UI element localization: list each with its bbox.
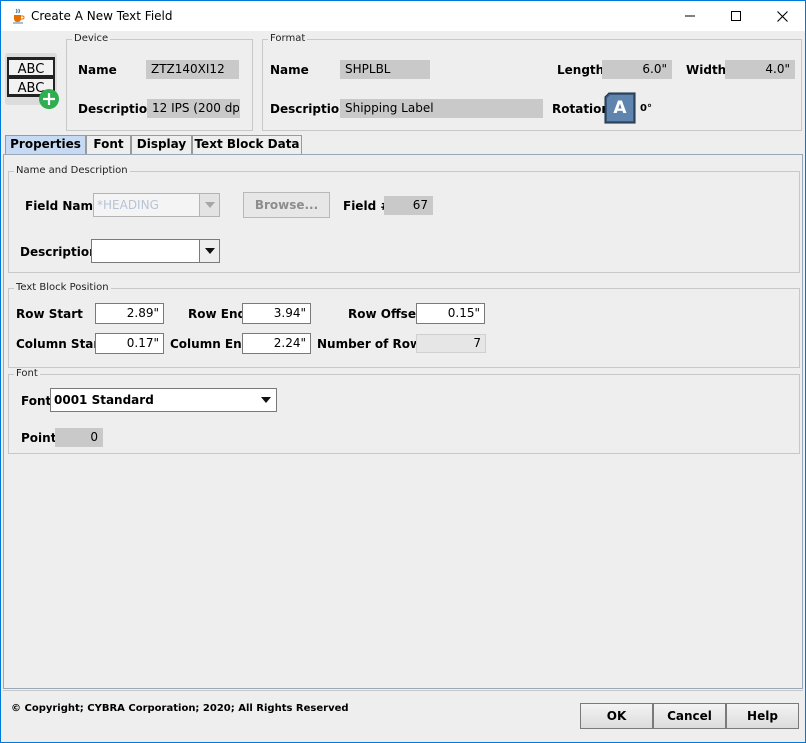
tab-text-block-data[interactable]: Text Block Data (192, 135, 302, 154)
width-value: 4.0" (725, 60, 795, 79)
width-label: Width (686, 63, 727, 77)
browse-button[interactable]: Browse... (243, 192, 330, 218)
column-start-input[interactable]: 0.17" (95, 333, 164, 354)
rotation-label: Rotation (552, 102, 610, 116)
minimize-button[interactable] (667, 1, 713, 31)
text-block-position-group-title: Text Block Position (14, 282, 111, 294)
title-bar[interactable]: Create A New Text Field (1, 1, 805, 31)
format-description-label: Description (270, 102, 348, 116)
device-name-value: ZTZ140XI12 (146, 60, 239, 79)
format-description-value: Shipping Label (340, 99, 543, 118)
font-value: 0001 Standard (54, 393, 154, 407)
length-label: Length (557, 63, 605, 77)
name-description-group-title: Name and Description (14, 165, 130, 177)
dialog-window: Create A New Text Field ABC ABC Device N… (0, 0, 806, 743)
field-name-value: *HEADING (97, 198, 159, 212)
maximize-icon (731, 11, 741, 21)
point-label: Point (21, 431, 57, 445)
tab-display[interactable]: Display (131, 135, 192, 154)
rotation-value: 0° (640, 103, 652, 114)
field-name-combo[interactable]: *HEADING (93, 193, 220, 217)
device-description-label: Description (78, 102, 156, 116)
description-label: Description (20, 245, 98, 259)
tab-font[interactable]: Font (86, 135, 131, 154)
format-group: Format Name SHPLBL Description Shipping … (262, 33, 802, 131)
svg-text:ABC: ABC (18, 62, 45, 77)
name-description-group: Name and Description Field Name *HEADING… (8, 165, 800, 273)
cancel-button[interactable]: Cancel (653, 703, 726, 729)
maximize-button[interactable] (713, 1, 759, 31)
row-offset-input[interactable]: 0.15" (416, 303, 485, 324)
text-block-position-group: Text Block Position Row Start 2.89" Row … (8, 282, 800, 368)
close-icon (776, 10, 788, 22)
device-group-title: Device (72, 33, 111, 45)
column-end-label: Column End (170, 337, 251, 351)
format-name-label: Name (270, 63, 309, 77)
length-value: 6.0" (602, 60, 672, 79)
font-group: Font Font 0001 Standard Point 0 (8, 368, 800, 454)
device-group: Device Name ZTZ140XI12 Description 12 IP… (66, 33, 253, 131)
row-end-input[interactable]: 3.94" (242, 303, 311, 324)
rotation-icon: A (604, 92, 636, 124)
tab-properties[interactable]: Properties (5, 135, 86, 155)
footer-divider (3, 690, 803, 691)
font-combo[interactable]: 0001 Standard (50, 388, 277, 412)
description-combo[interactable] (91, 239, 220, 263)
java-cup-icon (10, 8, 26, 24)
abc-label-add-icon: ABC ABC (5, 53, 61, 111)
window-title: Create A New Text Field (31, 9, 173, 23)
row-offset-label: Row Offset (348, 307, 422, 321)
rotation-glyph: A (613, 98, 627, 118)
svg-text:ABC: ABC (18, 81, 45, 96)
row-start-input[interactable]: 2.89" (95, 303, 164, 324)
point-value: 0 (55, 428, 103, 447)
font-label: Font (21, 394, 52, 408)
font-group-title: Font (14, 368, 40, 380)
properties-panel: Name and Description Field Name *HEADING… (3, 154, 803, 689)
minimize-icon (685, 15, 695, 17)
field-number-value: 67 (384, 196, 433, 215)
row-start-label: Row Start (16, 307, 83, 321)
row-end-label: Row End (188, 307, 247, 321)
close-button[interactable] (759, 1, 805, 31)
help-button[interactable]: Help (726, 703, 799, 729)
number-of-rows-label: Number of Rows (317, 337, 429, 351)
format-group-title: Format (268, 33, 308, 45)
format-name-value: SHPLBL (340, 60, 430, 79)
device-description-value: 12 IPS (200 dpi) (147, 99, 240, 118)
chevron-down-icon (199, 194, 219, 216)
column-end-input[interactable]: 2.24" (242, 333, 311, 354)
field-name-label: Field Name (25, 199, 102, 213)
chevron-down-icon (256, 389, 276, 411)
number-of-rows-value: 7 (416, 334, 486, 353)
chevron-down-icon (199, 240, 219, 262)
column-start-label: Column Start (16, 337, 106, 351)
copyright-text: © Copyright; CYBRA Corporation; 2020; Al… (11, 703, 349, 714)
ok-button[interactable]: OK (580, 703, 653, 729)
device-name-label: Name (78, 63, 117, 77)
